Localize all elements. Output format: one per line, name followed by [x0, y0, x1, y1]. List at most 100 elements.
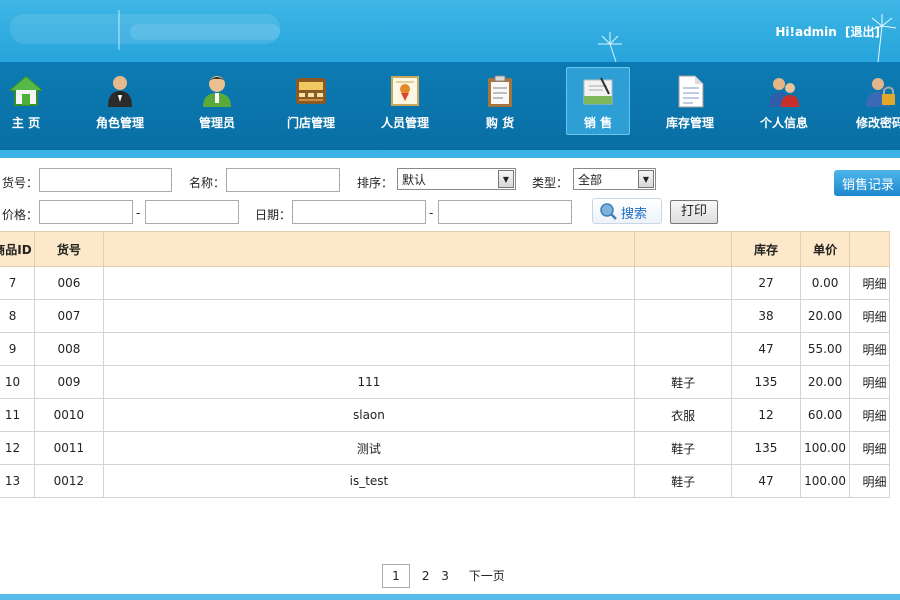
nav-role-management[interactable]: 角色管理 — [88, 74, 152, 144]
nav-purchase[interactable]: 购 货 — [468, 74, 532, 144]
username-text: admin — [794, 25, 837, 39]
purchase-clipboard-icon — [483, 74, 517, 108]
search-button[interactable]: 搜索 — [592, 198, 662, 224]
table-row: 9 008 47 55.00 明细 — [0, 332, 890, 366]
greeting-text: Hi! — [775, 25, 795, 39]
cell-type — [634, 266, 733, 300]
col-price: 单价 — [799, 231, 851, 267]
date-from-input[interactable] — [292, 200, 426, 224]
nav-sales-label: 销 售 — [583, 116, 613, 130]
footer-stripe — [0, 594, 900, 600]
goods-no-label: 货号： — [2, 176, 39, 190]
cell-price: 0.00 — [799, 266, 851, 300]
top-banner: Hi!admin [退出] — [0, 0, 900, 62]
nav-admin[interactable]: 管理员 — [185, 74, 249, 144]
user-status: Hi!admin [退出] — [775, 23, 880, 40]
cell-goods-id: 10 — [0, 365, 36, 399]
name-label: 名称： — [189, 176, 226, 190]
print-button[interactable]: 打印 — [670, 200, 718, 224]
nav-store-management[interactable]: 门店管理 — [279, 74, 343, 144]
cell-detail-link[interactable]: 明细 — [849, 464, 890, 498]
admin-user-icon — [200, 74, 234, 108]
page-1-button[interactable]: 1 — [382, 564, 410, 588]
type-select[interactable]: 全部 ▼ — [573, 168, 656, 190]
date-to-input[interactable] — [438, 200, 572, 224]
cell-price: 60.00 — [799, 398, 851, 432]
cell-goods-no: 006 — [34, 266, 104, 300]
home-icon — [8, 74, 44, 108]
cell-price: 20.00 — [799, 299, 851, 333]
cell-name — [102, 299, 636, 333]
cell-detail-link[interactable]: 明细 — [849, 431, 890, 465]
pagination: 1 2 3 下一页 — [382, 564, 513, 590]
cell-goods-id: 9 — [0, 332, 36, 366]
cell-stock: 135 — [731, 365, 801, 399]
type-selected-value: 全部 — [578, 173, 603, 187]
table-row: 7 006 27 0.00 明细 — [0, 266, 890, 300]
staff-certificate-icon — [388, 74, 422, 108]
cell-type — [634, 332, 733, 366]
app-window: Hi!admin [退出] 主 页 角色管理 管理员 门店管理 人员管理 购 货… — [0, 0, 900, 600]
sort-selected-value: 默认 — [402, 173, 427, 187]
nav-home[interactable]: 主 页 — [0, 74, 58, 144]
nav-home-label: 主 页 — [11, 116, 41, 130]
col-type — [634, 231, 733, 267]
chevron-down-icon[interactable]: ▼ — [498, 170, 514, 188]
cell-goods-no: 0011 — [34, 431, 104, 465]
nav-inventory-management[interactable]: 库存管理 — [658, 74, 722, 144]
cell-price: 55.00 — [799, 332, 851, 366]
cell-stock: 27 — [731, 266, 801, 300]
col-stock: 库存 — [731, 231, 801, 267]
cell-goods-id: 8 — [0, 299, 36, 333]
personal-info-users-icon — [767, 74, 801, 108]
cell-stock: 12 — [731, 398, 801, 432]
cell-price: 100.00 — [799, 431, 851, 465]
nav-personal-info[interactable]: 个人信息 — [752, 74, 816, 144]
nav-role-management-label: 角色管理 — [95, 116, 144, 130]
price-to-input[interactable] — [145, 200, 239, 224]
nav-staff-management-label: 人员管理 — [380, 116, 429, 130]
cell-goods-no: 0010 — [34, 398, 104, 432]
cell-detail-link[interactable]: 明细 — [849, 299, 890, 333]
price-from-input[interactable] — [39, 200, 133, 224]
cell-detail-link[interactable]: 明细 — [849, 398, 890, 432]
cell-type: 鞋子 — [634, 365, 733, 399]
nav-change-password[interactable]: 修改密码 — [848, 74, 900, 144]
search-icon — [600, 203, 617, 220]
sort-select[interactable]: 默认 ▼ — [397, 168, 516, 190]
sales-record-button[interactable]: 销售记录 — [834, 170, 900, 196]
cell-detail-link[interactable]: 明细 — [849, 266, 890, 300]
cell-type — [634, 299, 733, 333]
cell-detail-link[interactable]: 明细 — [849, 332, 890, 366]
chevron-down-icon[interactable]: ▼ — [638, 170, 654, 188]
cell-goods-no: 007 — [34, 299, 104, 333]
waiter-role-icon — [103, 74, 137, 108]
table-row: 13 0012 is_test 鞋子 47 100.00 明细 — [0, 464, 890, 498]
table-row: 11 0010 slaon 衣服 12 60.00 明细 — [0, 398, 890, 432]
cell-goods-no: 009 — [34, 365, 104, 399]
nav-staff-management[interactable]: 人员管理 — [373, 74, 437, 144]
nav-sales[interactable]: 销 售 — [566, 67, 630, 135]
cell-name: 测试 — [102, 431, 636, 465]
col-detail — [849, 231, 890, 267]
cell-goods-id: 12 — [0, 431, 36, 465]
price-range-dash: - — [136, 206, 141, 220]
cell-detail-link[interactable]: 明细 — [849, 365, 890, 399]
page-2-link[interactable]: 2 — [422, 569, 430, 583]
price-label: 价格： — [2, 208, 39, 222]
logout-link[interactable]: [退出] — [845, 25, 880, 39]
page-3-link[interactable]: 3 — [441, 569, 449, 583]
nav-inventory-management-label: 库存管理 — [665, 116, 714, 130]
date-range-dash: - — [429, 206, 434, 220]
nav-bottom-stripe — [0, 150, 900, 158]
cell-name: is_test — [102, 464, 636, 498]
cell-stock: 47 — [731, 332, 801, 366]
next-page-link[interactable]: 下一页 — [469, 567, 505, 584]
col-goods-no: 货号 — [34, 231, 104, 267]
goods-no-input[interactable] — [39, 168, 172, 192]
cell-type: 鞋子 — [634, 464, 733, 498]
cell-type: 衣服 — [634, 398, 733, 432]
name-input[interactable] — [226, 168, 340, 192]
filter-form: 货号： 名称： 排序： 默认 ▼ 类型： 全部 ▼ 销售记录 价格： - 日期：… — [0, 160, 900, 230]
cell-name: 111 — [102, 365, 636, 399]
